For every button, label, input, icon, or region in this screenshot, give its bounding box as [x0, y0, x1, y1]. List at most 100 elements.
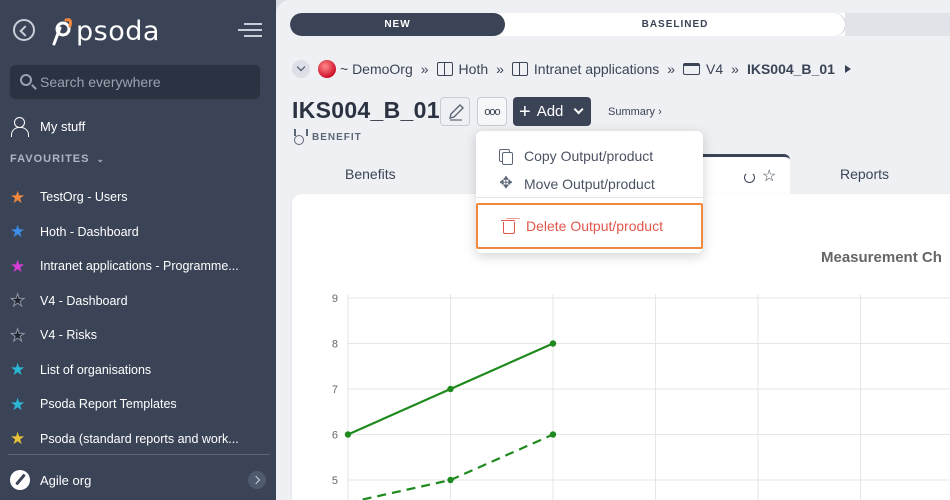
favourites-list: ★ TestOrg - Users ★ Hoth - Dashboard ★ Intr… [10, 180, 266, 456]
favourite-item[interactable]: ★ TestOrg - Users [10, 180, 266, 215]
favourite-item[interactable]: ★ List of organisations [10, 353, 266, 388]
favourite-label: Psoda Report Templates [40, 397, 177, 412]
book-icon [511, 62, 528, 76]
favourite-item[interactable]: ★ V4 - Risks [10, 318, 266, 353]
data-point [549, 340, 557, 347]
y-tick-label: 9 [332, 293, 338, 305]
star-icon: ★ [10, 394, 26, 414]
agile-org-label: Agile org [40, 472, 92, 488]
favourite-item[interactable]: ★ V4 - Dashboard [10, 284, 266, 319]
trash-icon [500, 218, 516, 234]
breadcrumb-separator: » [731, 61, 739, 77]
breadcrumb-current: IKS004_B_01 [746, 61, 835, 77]
breadcrumb: ~ DemoOrg » Hoth » Intranet applications… [292, 58, 851, 80]
delete-output-menu-item[interactable]: Delete Output/product [476, 203, 703, 249]
breadcrumb-item[interactable]: Intranet applications [534, 61, 659, 77]
chevron-down-icon: ⌄ [96, 154, 106, 164]
data-point [549, 431, 557, 438]
copy-output-menu-item[interactable]: Copy Output/product [476, 142, 703, 170]
breadcrumb-item[interactable]: V4 [706, 61, 723, 77]
move-output-menu-item[interactable]: ✥ Move Output/product [476, 170, 703, 198]
data-point [344, 431, 352, 438]
collapse-sidebar-icon[interactable] [238, 20, 262, 40]
y-tick-label: 8 [332, 339, 338, 351]
breadcrumb-separator: » [667, 61, 676, 77]
page-title: IKS004_B_01 [292, 97, 440, 123]
tab-benefits[interactable]: Benefits [345, 166, 396, 182]
breadcrumb-item[interactable]: Hoth [459, 61, 489, 77]
star-outline-icon[interactable]: ☆ [762, 166, 776, 186]
breadcrumb-separator: » [496, 61, 504, 77]
add-label: Add [536, 103, 564, 120]
chevron-right-icon[interactable] [248, 471, 266, 489]
move-label: Move Output/product [524, 176, 655, 192]
chevron-down-icon[interactable] [292, 60, 310, 78]
favourite-label: V4 - Risks [40, 328, 97, 343]
breadcrumb-org[interactable]: ~ DemoOrg [340, 61, 413, 77]
breadcrumb-separator: » [420, 61, 429, 77]
more-options-button[interactable]: ooo [477, 97, 507, 126]
back-icon[interactable] [13, 19, 35, 41]
edit-button[interactable] [440, 97, 470, 126]
more-options-menu: Copy Output/product ✥ Move Output/produc… [476, 131, 703, 253]
agile-org-link[interactable]: Agile org [10, 467, 266, 493]
sidebar: psoda My stuff FAVOURITES ⌄ ★ TestOrg - U… [0, 0, 276, 500]
stage-progress: NEW BASELINED [290, 13, 950, 36]
favourite-label: Psoda (standard reports and work... [40, 431, 239, 446]
stage-baselined[interactable]: BASELINED [505, 13, 845, 36]
favourite-label: Hoth - Dashboard [40, 224, 139, 239]
data-point [447, 385, 454, 393]
menu-divider [476, 197, 703, 198]
y-tick-label: 5 [332, 475, 338, 487]
favourites-label: FAVOURITES [10, 153, 90, 165]
star-icon: ★ [10, 222, 26, 242]
my-stuff-label: My stuff [40, 118, 86, 134]
delete-label: Delete Output/product [526, 218, 663, 234]
chevron-down-icon [574, 104, 584, 115]
sidebar-header: psoda [0, 0, 276, 60]
star-icon: ★ [10, 256, 26, 276]
stage-new[interactable]: NEW [290, 13, 505, 36]
medal-icon [292, 129, 306, 145]
favourite-item[interactable]: ★ Hoth - Dashboard [10, 215, 266, 250]
star-icon: ★ [10, 291, 26, 311]
logo[interactable]: psoda [48, 14, 160, 48]
favourite-label: TestOrg - Users [40, 190, 128, 205]
book-icon [436, 62, 453, 76]
pencil-icon [449, 104, 464, 121]
stage-next[interactable] [845, 13, 950, 36]
logo-text: psoda [76, 15, 160, 47]
data-point [447, 476, 454, 484]
stage-new-label: NEW [384, 19, 411, 30]
my-stuff-link[interactable]: My stuff [10, 115, 85, 137]
favourite-item[interactable]: ★ Intranet applications - Programme... [10, 249, 266, 284]
favourite-item[interactable]: ★ Psoda (standard reports and work... [10, 422, 266, 457]
favourite-label: Intranet applications - Programme... [40, 259, 239, 274]
tab-reports[interactable]: Reports [840, 166, 889, 182]
star-icon: ★ [10, 325, 26, 345]
search-box [10, 65, 260, 99]
sidebar-divider [8, 454, 270, 455]
copy-label: Copy Output/product [524, 148, 654, 164]
y-tick-label: 7 [332, 384, 338, 396]
stage-baselined-label: BASELINED [641, 19, 709, 30]
favourites-header[interactable]: FAVOURITES ⌄ [10, 153, 105, 165]
project-icon [683, 63, 701, 75]
favourite-label: List of organisations [40, 362, 152, 377]
favourite-label: V4 - Dashboard [40, 293, 128, 308]
rocket-icon [10, 470, 30, 490]
summary-link[interactable]: Summary › [608, 106, 662, 118]
play-icon[interactable] [844, 65, 851, 73]
psoda-logo-icon [52, 18, 72, 46]
star-icon: ★ [10, 187, 26, 207]
search-input[interactable] [40, 72, 250, 92]
org-avatar-icon [318, 60, 336, 78]
move-icon: ✥ [499, 175, 513, 192]
user-icon [10, 116, 29, 137]
add-button[interactable]: + Add [513, 97, 591, 126]
star-icon: ★ [10, 360, 26, 380]
more-options-label: ooo [484, 105, 500, 118]
item-type: BENEFIT [292, 129, 362, 145]
favourite-item[interactable]: ★ Psoda Report Templates [10, 387, 266, 422]
refresh-icon[interactable] [744, 172, 755, 183]
